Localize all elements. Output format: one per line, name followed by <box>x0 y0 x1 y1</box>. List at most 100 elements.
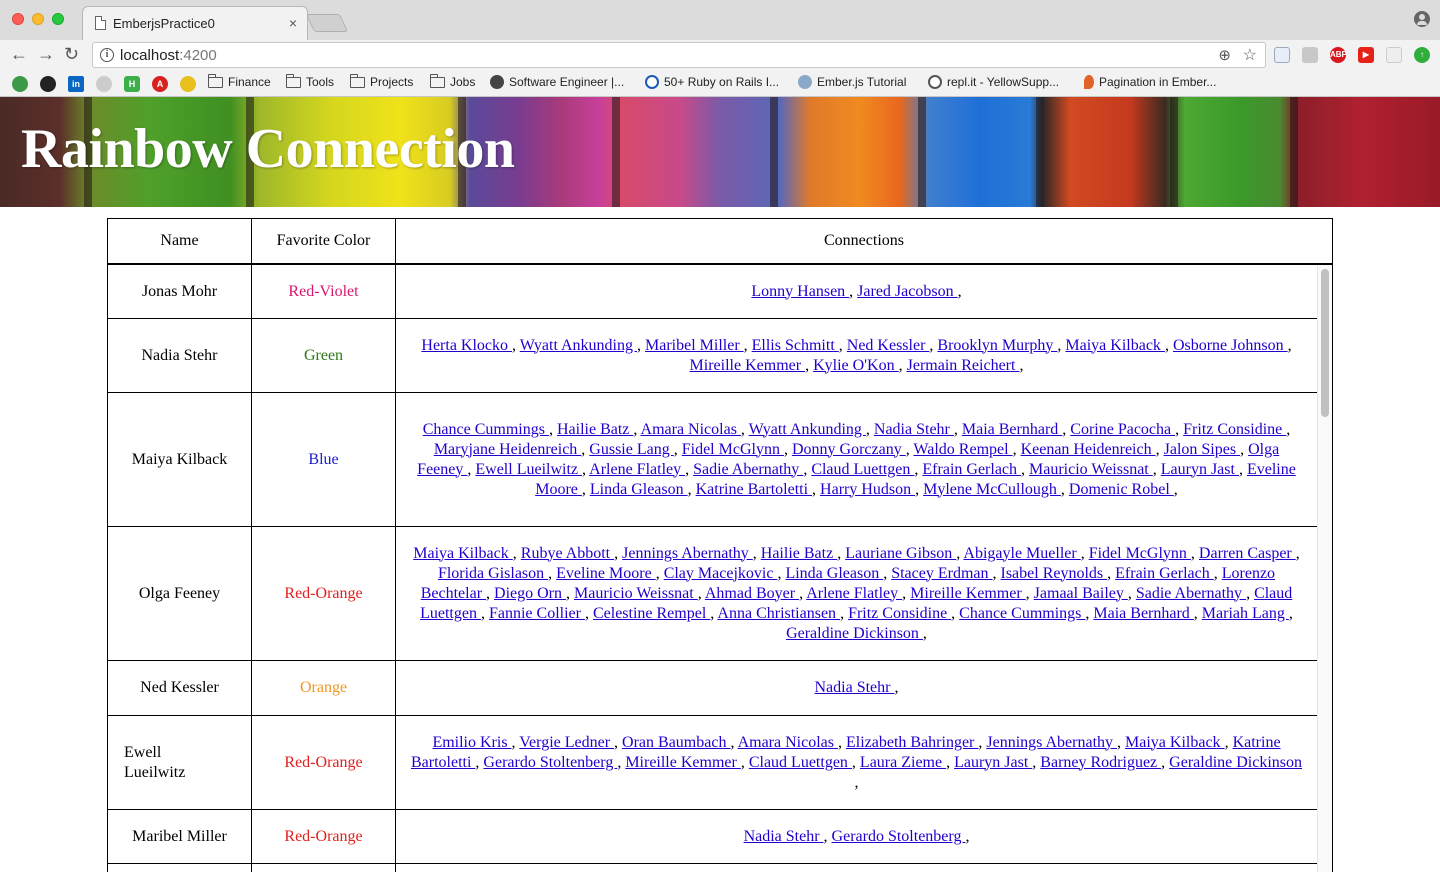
connection-link[interactable]: Mauricio Weissnat <box>1029 461 1153 478</box>
connection-link[interactable]: Abigayle Mueller <box>963 545 1080 562</box>
connection-link[interactable]: Mireille Kemmer <box>690 357 806 374</box>
connection-link[interactable]: Ned Kessler <box>847 337 930 354</box>
bookmark-ember-tutorial[interactable]: Ember.js Tutorial <box>798 75 906 89</box>
connection-link[interactable]: Celestine Rempel <box>593 605 710 622</box>
address-bar[interactable]: i localhost:4200 ⊕ ☆ <box>92 42 1266 68</box>
connection-link[interactable]: Domenic Robel <box>1069 481 1174 498</box>
connection-link[interactable]: Sadie Abernathy <box>693 461 803 478</box>
reload-button[interactable]: ↻ <box>64 44 79 64</box>
connection-link[interactable]: Efrain Gerlach <box>1115 565 1214 582</box>
connection-link[interactable]: Barney Rodriguez <box>1040 754 1161 771</box>
update-arrow-icon[interactable]: ↑ <box>1414 47 1430 63</box>
connection-link[interactable]: Florida Gislason <box>438 565 548 582</box>
zoom-icon[interactable]: ⊕ <box>1218 46 1231 64</box>
connection-link[interactable]: Diego Orn <box>494 585 566 602</box>
tab-close-icon[interactable]: × <box>289 15 297 31</box>
connection-link[interactable]: Linda Gleason <box>590 481 688 498</box>
bookmark-software-engineer[interactable]: Software Engineer |... <box>490 75 624 89</box>
adblock-icon[interactable]: ABP <box>1330 47 1347 63</box>
connection-link[interactable]: Jermain Reichert <box>907 357 1020 374</box>
bookmark-star-icon[interactable]: ☆ <box>1243 45 1257 65</box>
connection-link[interactable]: Mariah Lang <box>1202 605 1289 622</box>
minimize-window-button[interactable] <box>32 13 44 25</box>
connection-link[interactable]: Keenan Heidenreich <box>1021 441 1156 458</box>
connection-link[interactable]: Kylie O'Kon <box>813 357 899 374</box>
connection-link[interactable]: Maryjane Heidenreich <box>434 441 581 458</box>
bookmark-tools[interactable]: Tools <box>286 73 334 89</box>
connection-link[interactable]: Ahmad Boyer <box>705 585 799 602</box>
connection-link[interactable]: Isabel Reynolds <box>1000 565 1107 582</box>
connection-link[interactable]: Lauriane Gibson <box>845 545 956 562</box>
connection-link[interactable]: Arlene Flatley <box>806 585 902 602</box>
connection-link[interactable]: Maiya Kilback <box>413 545 513 562</box>
connection-link[interactable]: Rubye Abbott <box>521 545 614 562</box>
connection-link[interactable]: Katrine Bartoletti <box>696 481 812 498</box>
extension-grid-icon[interactable] <box>1386 47 1402 63</box>
connection-link[interactable]: Fidel McGlynn <box>682 441 784 458</box>
connection-link[interactable]: Wyatt Ankunding <box>520 337 637 354</box>
connection-link[interactable]: Claud Luettgen <box>811 461 914 478</box>
yellow-site-icon[interactable] <box>180 76 196 92</box>
extension-grey-icon[interactable] <box>1302 47 1318 63</box>
back-button[interactable]: ← <box>10 44 28 64</box>
connection-link[interactable]: Maribel Miller <box>645 337 744 354</box>
youtube-extension-icon[interactable]: ▶ <box>1358 47 1374 63</box>
connection-link[interactable]: Chance Cummings <box>959 605 1085 622</box>
connection-link[interactable]: Jared Jacobson <box>857 283 957 300</box>
connection-link[interactable]: Eveline Moore <box>556 565 656 582</box>
connection-link[interactable]: Jennings Abernathy <box>622 545 753 562</box>
connection-link[interactable]: Ellis Schmitt <box>752 337 839 354</box>
connection-link[interactable]: Corine Pacocha <box>1070 421 1175 438</box>
connection-link[interactable]: Mireille Kemmer <box>625 754 741 771</box>
connection-link[interactable]: Amara Nicolas <box>641 421 741 438</box>
connection-link[interactable]: Clay Macejkovic <box>664 565 778 582</box>
connection-link[interactable]: Wyatt Ankunding <box>749 421 866 438</box>
connection-link[interactable]: Fidel McGlynn <box>1089 545 1191 562</box>
connection-link[interactable]: Hailie Batz <box>761 545 837 562</box>
bookmark-projects[interactable]: Projects <box>350 73 413 89</box>
connection-link[interactable]: Maia Bernhard <box>962 421 1062 438</box>
connection-link[interactable]: Gerardo Stoltenberg <box>832 828 966 845</box>
connection-link[interactable]: Lonny Hansen <box>751 283 849 300</box>
connection-link[interactable]: Fritz Considine <box>1183 421 1286 438</box>
connection-link[interactable]: Darren Casper <box>1199 545 1296 562</box>
connection-link[interactable]: Linda Gleason <box>785 565 883 582</box>
connection-link[interactable]: Oran Baumbach <box>622 734 730 751</box>
connection-link[interactable]: Brooklyn Murphy <box>937 337 1057 354</box>
info-icon[interactable]: i <box>100 48 114 62</box>
connection-link[interactable]: Jennings Abernathy <box>986 734 1117 751</box>
tab-active[interactable]: EmberjsPractice0 × <box>82 6 308 40</box>
connection-link[interactable]: Jalon Sipes <box>1164 441 1240 458</box>
connection-link[interactable]: Anna Christiansen <box>717 605 840 622</box>
profile-icon[interactable] <box>1414 11 1430 27</box>
connection-link[interactable]: Fritz Considine <box>848 605 951 622</box>
connection-link[interactable]: Waldo Rempel <box>913 441 1012 458</box>
connection-link[interactable]: Fannie Collier <box>489 605 585 622</box>
connection-link[interactable]: Geraldine Dickinson <box>786 625 923 642</box>
cat-icon[interactable] <box>96 76 112 92</box>
connection-link[interactable]: Hailie Batz <box>557 421 633 438</box>
scrollbar[interactable] <box>1317 265 1332 872</box>
hackerrank-icon[interactable]: H <box>124 76 140 92</box>
connection-link[interactable]: Emilio Kris <box>432 734 511 751</box>
connection-link[interactable]: Maia Bernhard <box>1093 605 1193 622</box>
connection-link[interactable]: Efrain Gerlach <box>922 461 1021 478</box>
close-window-button[interactable] <box>12 13 24 25</box>
connection-link[interactable]: Nadia Stehr <box>874 421 954 438</box>
connection-link[interactable]: Claud Luettgen <box>749 754 852 771</box>
bookmark-pagination-ember[interactable]: Pagination in Ember... <box>1084 75 1216 89</box>
connection-link[interactable]: Gussie Lang <box>589 441 673 458</box>
connection-link[interactable]: Mylene McCullough <box>923 481 1061 498</box>
bookmark-ruby-on-rails[interactable]: 50+ Ruby on Rails I... <box>645 75 779 89</box>
linkedin-icon[interactable]: in <box>68 76 84 92</box>
connection-link[interactable]: Herta Klocko <box>421 337 512 354</box>
connection-link[interactable]: Chance Cummings <box>423 421 549 438</box>
connection-link[interactable]: Maiya Kilback <box>1125 734 1225 751</box>
connection-link[interactable]: Jamaal Bailey <box>1034 585 1128 602</box>
bookmark-jobs[interactable]: Jobs <box>430 73 475 89</box>
connection-link[interactable]: Nadia Stehr <box>815 679 895 696</box>
new-tab-button[interactable] <box>305 14 349 32</box>
connection-link[interactable]: Mireille Kemmer <box>910 585 1026 602</box>
connection-link[interactable]: Elizabeth Bahringer <box>846 734 978 751</box>
connection-link[interactable]: Ewell Lueilwitz <box>475 461 582 478</box>
